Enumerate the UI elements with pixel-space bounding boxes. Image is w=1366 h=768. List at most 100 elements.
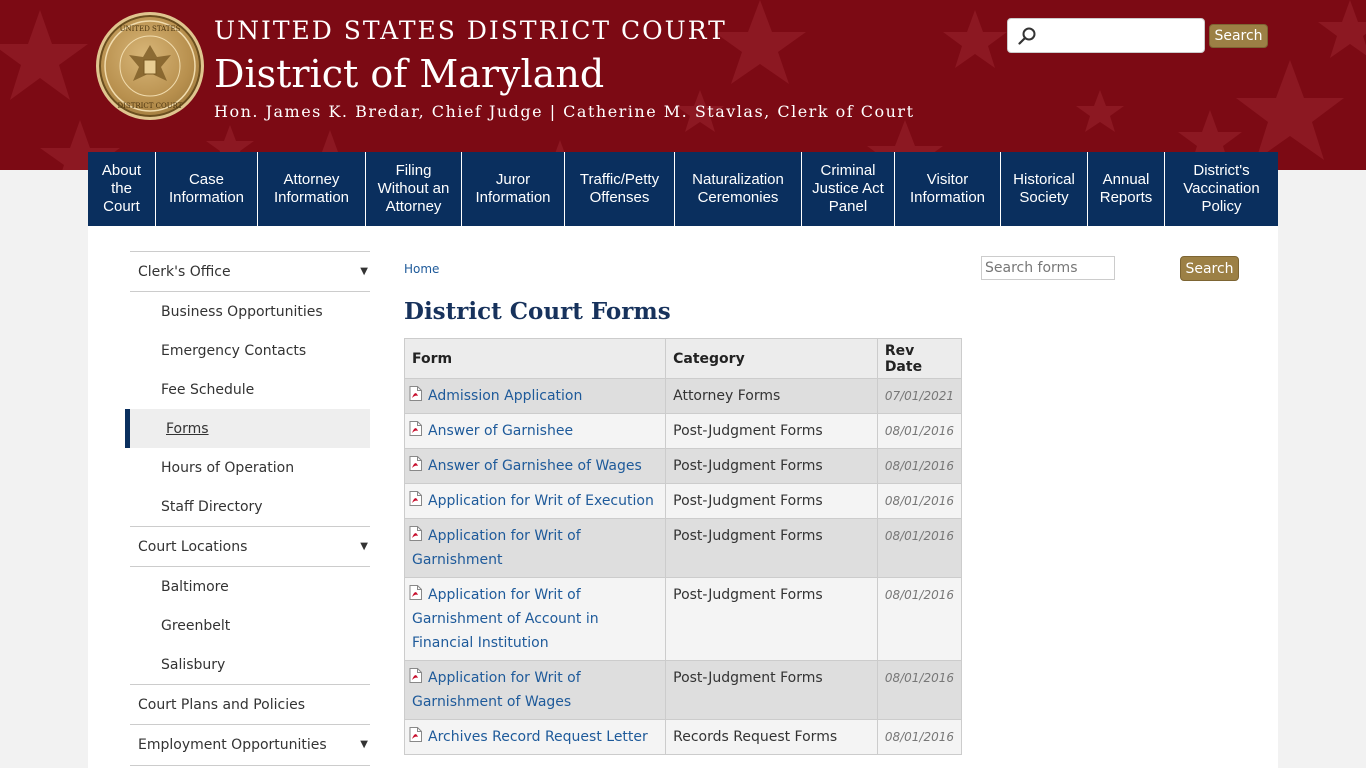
category-cell: Post-Judgment Forms	[665, 577, 878, 661]
form-link[interactable]: Archives Record Request Letter	[428, 729, 648, 745]
sidebar-item-court-locations[interactable]: Court Locations ▼	[130, 526, 370, 567]
nav-label: Visitor Information	[909, 171, 986, 206]
table-row: Application for Writ of Execution Post-Ju…	[403, 483, 963, 519]
form-cell: Application for Writ of Garnishment of A…	[403, 577, 667, 661]
sidebar-item-greenbelt[interactable]: Greenbelt	[130, 606, 370, 645]
sidebar-item-salisbury[interactable]: Salisbury	[130, 645, 370, 684]
main-navigation: About the Court Case Information Attorney In…	[88, 152, 1278, 226]
rev-date-cell: 07/01/2021	[876, 378, 963, 414]
column-header-rev-date[interactable]: Rev Date	[876, 338, 963, 379]
form-link[interactable]: Application for Writ of Execution	[428, 493, 654, 509]
pdf-file-icon	[409, 526, 422, 541]
category-cell: Post-Judgment Forms	[665, 660, 878, 720]
sidebar-item-clerks-office[interactable]: Clerk's Office ▼	[130, 251, 370, 292]
sidebar-item-baltimore[interactable]: Baltimore	[130, 567, 370, 606]
nav-label: Naturalization Ceremonies	[692, 171, 784, 206]
nav-label: About the Court	[101, 162, 142, 215]
site-search-box	[1007, 18, 1205, 53]
pdf-file-icon	[409, 456, 422, 471]
form-cell: Application for Writ of Garnishment of W…	[403, 660, 667, 720]
nav-label: District's Vaccination Policy	[1183, 162, 1260, 215]
court-seal-logo[interactable]: UNITED STATES DISTRICT COURT	[96, 12, 204, 120]
sidebar-item-emergency-contacts[interactable]: Emergency Contacts	[130, 331, 370, 370]
column-header-category[interactable]: Category	[665, 338, 878, 379]
nav-naturalization-ceremonies[interactable]: Naturalization Ceremonies	[675, 152, 802, 226]
form-cell: Application for Writ of Execution	[403, 483, 667, 519]
sidebar-item-fee-schedule[interactable]: Fee Schedule	[130, 370, 370, 409]
table-row: Answer of Garnishee of Wages Post-Judgmen…	[403, 448, 963, 484]
court-name-heading[interactable]: UNITED STATES DISTRICT COURT	[214, 16, 727, 45]
caret-down-icon[interactable]: ▼	[360, 266, 368, 277]
forms-search-button[interactable]: Search	[1180, 256, 1239, 281]
sidebar-item-business-opportunities[interactable]: Business Opportunities	[130, 292, 370, 331]
nav-filing-without-attorney[interactable]: Filing Without an Attorney	[366, 152, 462, 226]
form-link[interactable]: Answer of Garnishee	[428, 423, 573, 439]
form-link[interactable]: Answer of Garnishee of Wages	[428, 458, 642, 474]
breadcrumb-home[interactable]: Home	[404, 262, 439, 276]
sidebar-item-staff-directory[interactable]: Staff Directory	[130, 487, 370, 526]
site-header: UNITED STATES DISTRICT COURT UNITED STAT…	[0, 0, 1366, 170]
rev-date-cell: 08/01/2016	[876, 577, 963, 661]
site-search-input[interactable]	[1042, 25, 1200, 47]
table-row: Admission Application Attorney Forms 07/01…	[403, 378, 963, 414]
nav-vaccination-policy[interactable]: District's Vaccination Policy	[1165, 152, 1278, 226]
nav-juror-information[interactable]: Juror Information	[462, 152, 565, 226]
nav-label: Juror Information	[475, 171, 551, 206]
sidebar-item-label: Employment Opportunities	[138, 737, 327, 753]
nav-annual-reports[interactable]: Annual Reports	[1088, 152, 1165, 226]
form-link[interactable]: Application for Writ of Garnishment of W…	[412, 670, 581, 710]
form-link[interactable]: Application for Writ of Garnishment of A…	[412, 587, 599, 651]
form-link[interactable]: Admission Application	[428, 388, 582, 404]
sidebar-item-hours-of-operation[interactable]: Hours of Operation	[130, 448, 370, 487]
nav-attorney-information[interactable]: Attorney Information	[258, 152, 366, 226]
nav-label: Case Information	[168, 171, 245, 206]
sidebar-item-label: Clerk's Office	[138, 263, 231, 280]
nav-visitor-information[interactable]: Visitor Information	[895, 152, 1001, 226]
rev-date-cell: 08/01/2016	[876, 483, 963, 519]
pdf-file-icon	[409, 727, 422, 742]
nav-label: Criminal Justice Act Panel	[812, 162, 884, 215]
table-row: Application for Writ of Garnishment of A…	[403, 577, 963, 661]
seal-text-top: UNITED STATES	[120, 25, 181, 33]
category-cell: Records Request Forms	[665, 719, 878, 755]
nav-historical-society[interactable]: Historical Society	[1001, 152, 1088, 226]
sidebar-item-label: Court Locations	[138, 538, 248, 555]
category-cell: Post-Judgment Forms	[665, 413, 878, 449]
table-row: Application for Writ of Garnishment of W…	[403, 660, 963, 720]
forms-search-input[interactable]	[981, 256, 1115, 280]
site-search-button[interactable]: Search	[1209, 24, 1268, 48]
search-icon	[1018, 27, 1036, 45]
category-cell: Post-Judgment Forms	[665, 483, 878, 519]
district-name-heading[interactable]: District of Maryland	[214, 52, 604, 96]
judge-clerk-subtitle: Hon. James K. Bredar, Chief Judge | Cath…	[214, 102, 915, 121]
pdf-file-icon	[409, 491, 422, 506]
table-header-row: Form Category Rev Date	[403, 338, 963, 379]
nav-about-the-court[interactable]: About the Court	[88, 152, 156, 226]
forms-table: Form Category Rev Date Admission Applica…	[403, 338, 963, 755]
caret-down-icon[interactable]: ▼	[360, 541, 368, 552]
rev-date-cell: 08/01/2016	[876, 448, 963, 484]
form-cell: Answer of Garnishee	[403, 413, 667, 449]
nav-criminal-justice-act-panel[interactable]: Criminal Justice Act Panel	[802, 152, 895, 226]
nav-traffic-petty-offenses[interactable]: Traffic/Petty Offenses	[565, 152, 675, 226]
column-header-form[interactable]: Form	[403, 338, 667, 379]
pdf-file-icon	[409, 386, 422, 401]
form-cell: Answer of Garnishee of Wages	[403, 448, 667, 484]
category-cell: Post-Judgment Forms	[665, 518, 878, 578]
rev-date-cell: 08/01/2016	[876, 518, 963, 578]
pdf-file-icon	[409, 421, 422, 436]
sidebar-item-court-plans-policies[interactable]: Court Plans and Policies	[130, 684, 370, 725]
nav-label: Filing Without an Attorney	[377, 162, 450, 215]
caret-down-icon[interactable]: ▼	[360, 739, 368, 750]
form-cell: Application for Writ of Garnishment	[403, 518, 667, 578]
rev-date-cell: 08/01/2016	[876, 660, 963, 720]
table-row: Application for Writ of Garnishment Post-…	[403, 518, 963, 578]
nav-case-information[interactable]: Case Information	[156, 152, 258, 226]
form-link[interactable]: Application for Writ of Garnishment	[412, 528, 581, 568]
category-cell: Post-Judgment Forms	[665, 448, 878, 484]
table-row: Archives Record Request Letter Records Re…	[403, 719, 963, 755]
sidebar-item-employment-opportunities[interactable]: Employment Opportunities ▼	[130, 725, 370, 766]
nav-label: Traffic/Petty Offenses	[579, 171, 660, 206]
forms-table-body: Admission Application Attorney Forms 07/01…	[403, 378, 963, 755]
sidebar-item-forms[interactable]: Forms	[125, 409, 370, 448]
